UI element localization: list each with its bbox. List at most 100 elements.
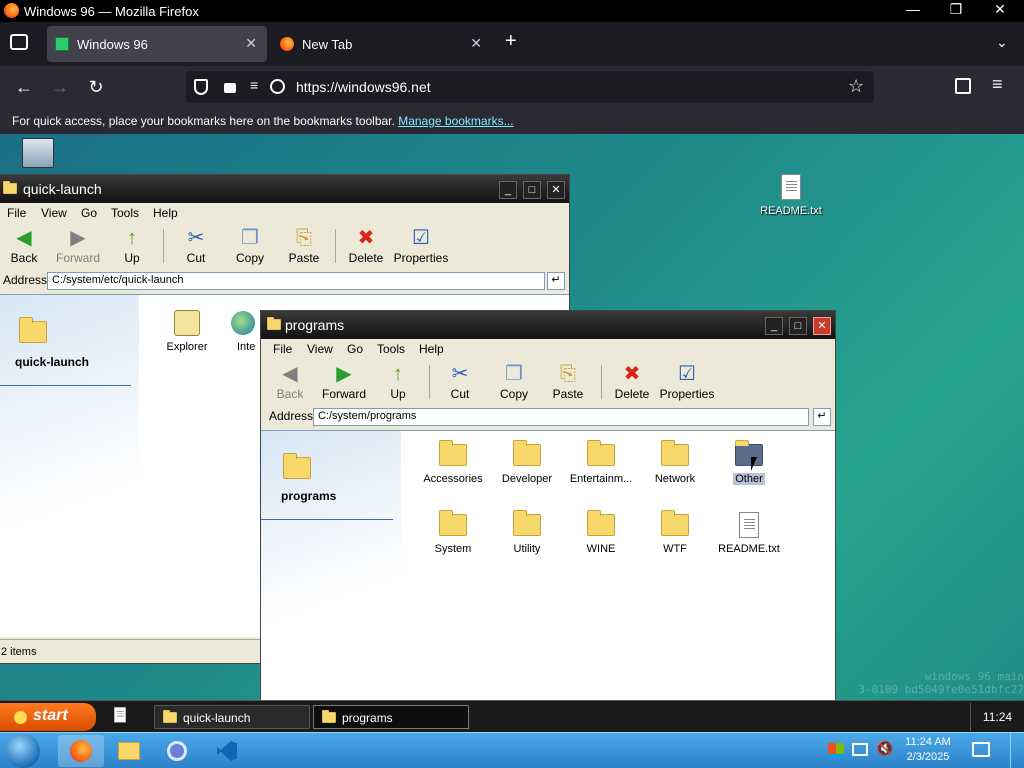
desktop-readme-item[interactable]: README.txt <box>756 174 826 217</box>
list-tabs-icon[interactable]: ⌄ <box>996 34 1008 51</box>
shield-icon[interactable] <box>194 79 208 95</box>
menu-tools[interactable]: Tools <box>377 342 405 356</box>
explorer-shortcut[interactable]: Explorer <box>149 305 225 353</box>
delete-button[interactable]: ✖ Delete <box>607 361 657 403</box>
task-programs[interactable]: programs <box>313 705 469 729</box>
tab-overview-icon[interactable] <box>10 34 28 50</box>
lock-icon[interactable] <box>224 83 236 93</box>
new-tab-icon[interactable]: + <box>505 30 517 53</box>
folder-entertainment[interactable]: Entertainm... <box>563 437 639 485</box>
permissions-icon[interactable]: ≡ <box>250 77 258 93</box>
maximize-button[interactable]: □ <box>789 317 807 335</box>
icon-wrap <box>637 437 713 473</box>
folder-view[interactable]: programs Accessories Developer Entertain… <box>261 430 835 703</box>
paste-button[interactable]: ⎘ Paste <box>279 225 329 267</box>
delete-button[interactable]: ✖ Delete <box>341 225 391 267</box>
forward-button[interactable]: ▶ Forward <box>319 361 369 403</box>
close-tab-icon[interactable]: ✕ <box>245 35 257 52</box>
menu-file[interactable]: File <box>273 342 292 356</box>
folder-wine[interactable]: WINE <box>563 507 639 555</box>
menu-tools[interactable]: Tools <box>111 206 139 220</box>
tab-windows96[interactable]: Windows 96 ✕ <box>47 26 267 62</box>
menu-help[interactable]: Help <box>153 206 178 220</box>
cut-button[interactable]: ✂ Cut <box>435 361 485 403</box>
back-button[interactable]: ◀ Back <box>265 361 315 403</box>
properties-button[interactable]: ☑ Properties <box>393 225 449 267</box>
folder-accessories[interactable]: Accessories <box>415 437 491 485</box>
reload-icon[interactable]: ↻ <box>82 74 110 100</box>
start-button[interactable]: start <box>0 703 96 731</box>
tool-label: Back <box>276 387 304 401</box>
my-computer-icon[interactable] <box>22 138 54 168</box>
folder-system[interactable]: System <box>415 507 491 555</box>
quick-launch-notepad-icon[interactable] <box>114 707 126 723</box>
copy-button[interactable]: ❐ Copy <box>489 361 539 403</box>
minimize-button[interactable]: _ <box>499 181 517 199</box>
paste-button[interactable]: ⎘ Paste <box>543 361 593 403</box>
url-text[interactable]: https://windows96.net <box>296 79 431 95</box>
tray-clock[interactable]: 11:24 <box>970 703 1024 731</box>
menu-view[interactable]: View <box>41 206 67 220</box>
programs-window[interactable]: programs _ □ ✕ File View Go Tools Help ◀… <box>260 310 836 704</box>
firefox-taskbar-button[interactable] <box>58 735 104 767</box>
file-explorer-taskbar-button[interactable] <box>106 735 152 767</box>
folder-icon <box>118 742 140 760</box>
go-arrow-icon[interactable]: ↵ <box>813 408 831 426</box>
folder-developer[interactable]: Developer <box>489 437 565 485</box>
address-label: Address <box>3 273 48 287</box>
side-pane-title: quick-launch <box>15 355 90 369</box>
restore-icon[interactable]: ❐ <box>934 1 978 18</box>
minimize-button[interactable]: _ <box>765 317 783 335</box>
menu-view[interactable]: View <box>307 342 333 356</box>
close-tab-icon[interactable]: ✕ <box>470 35 482 52</box>
menu-icon[interactable]: ≡ <box>992 74 1003 95</box>
window-titlebar[interactable]: programs _ □ ✕ <box>261 311 835 339</box>
address-input[interactable]: C:/system/etc/quick-launch <box>47 272 545 290</box>
windows-start-orb-icon[interactable] <box>6 734 40 768</box>
close-button[interactable]: ✕ <box>813 317 831 335</box>
volume-muted-icon[interactable]: 🔇 <box>876 740 893 757</box>
folder-icon <box>587 510 615 536</box>
go-arrow-icon[interactable]: ↵ <box>547 272 565 290</box>
address-input[interactable]: C:/system/programs <box>313 408 809 426</box>
network-icon[interactable] <box>852 743 868 756</box>
bookmark-star-icon[interactable]: ☆ <box>848 76 864 97</box>
maximize-button[interactable]: □ <box>523 181 541 199</box>
app-taskbar-button[interactable] <box>154 735 200 767</box>
menu-go[interactable]: Go <box>347 342 363 356</box>
url-bar[interactable]: ≡ https://windows96.net ☆ <box>186 71 874 103</box>
folder-other[interactable]: Other <box>711 437 787 485</box>
up-button[interactable]: ↑ Up <box>107 225 157 267</box>
copy-button[interactable]: ❐ Copy <box>225 225 275 267</box>
task-quick-launch[interactable]: quick-launch <box>154 705 310 729</box>
close-button[interactable]: ✕ <box>547 181 565 199</box>
folder-icon <box>513 510 541 536</box>
forward-button[interactable]: ▶ Forward <box>53 225 103 267</box>
tracking-off-icon[interactable] <box>270 79 285 94</box>
folder-utility[interactable]: Utility <box>489 507 565 555</box>
close-icon[interactable]: ✕ <box>978 1 1022 18</box>
internet-shortcut[interactable]: Inte <box>223 305 263 353</box>
minimize-icon[interactable]: — <box>891 1 935 17</box>
menu-help[interactable]: Help <box>419 342 444 356</box>
file-readme[interactable]: README.txt <box>711 507 787 555</box>
properties-button[interactable]: ☑ Properties <box>659 361 715 403</box>
up-button[interactable]: ↑ Up <box>373 361 423 403</box>
back-arrow-icon[interactable]: ← <box>10 74 38 100</box>
forward-arrow-icon[interactable]: → <box>46 74 74 100</box>
folder-network[interactable]: Network <box>637 437 713 485</box>
manage-bookmarks-link[interactable]: Manage bookmarks... <box>398 114 513 128</box>
back-button[interactable]: ◀ Back <box>0 225 49 267</box>
tab-new-tab[interactable]: New Tab ✕ <box>272 26 492 62</box>
menu-go[interactable]: Go <box>81 206 97 220</box>
system-clock[interactable]: 11:24 AM 2/3/2025 <box>900 735 956 765</box>
extensions-icon[interactable] <box>955 78 971 94</box>
folder-wtf[interactable]: WTF <box>637 507 713 555</box>
notifications-icon[interactable] <box>972 742 990 757</box>
menu-file[interactable]: File <box>7 206 26 220</box>
flag-icon[interactable] <box>828 743 844 757</box>
show-desktop-button[interactable] <box>1010 733 1024 768</box>
window-titlebar[interactable]: quick-launch _ □ ✕ <box>0 175 569 203</box>
vscode-taskbar-button[interactable] <box>204 735 250 767</box>
cut-button[interactable]: ✂ Cut <box>171 225 221 267</box>
